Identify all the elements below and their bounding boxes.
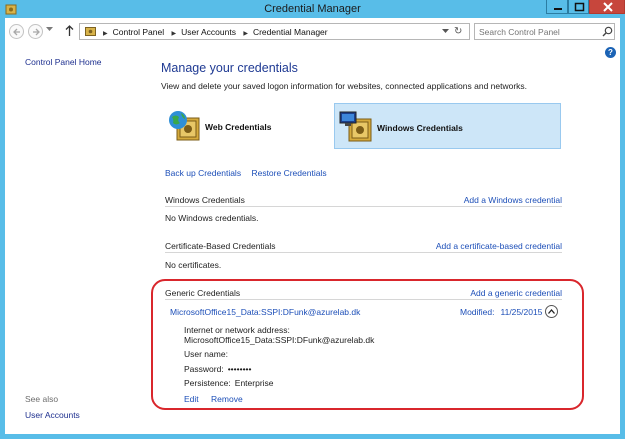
persistence-label: Persistence:	[184, 378, 231, 388]
edit-credential-link[interactable]: Edit	[184, 394, 199, 404]
window-title: Credential Manager	[264, 3, 361, 15]
password-value: ••••••••	[227, 364, 252, 374]
page-title: Manage your credentials	[161, 61, 298, 75]
add-certificate-credential-link[interactable]: Add a certificate-based credential	[436, 241, 562, 251]
modified-date: 11/25/2015	[500, 307, 543, 317]
back-button[interactable]	[9, 24, 24, 39]
generic-credentials-section-header: Generic Credentials Add a generic creden…	[165, 286, 562, 300]
web-credentials-tile[interactable]: Web Credentials	[163, 103, 333, 149]
maximize-button[interactable]	[568, 0, 589, 14]
persistence-value: Enterprise	[234, 378, 274, 388]
backup-credentials-link[interactable]: Back up Credentials	[165, 168, 241, 178]
search-input[interactable]	[479, 26, 597, 38]
web-credentials-label: Web Credentials	[205, 122, 272, 132]
credential-modified: Modified: 11/25/2015	[460, 307, 542, 317]
add-windows-credential-link[interactable]: Add a Windows credential	[464, 195, 562, 205]
certificate-credentials-section-title: Certificate-Based Credentials	[165, 241, 276, 251]
restore-credentials-link[interactable]: Restore Credentials	[251, 168, 326, 178]
breadcrumb-user-accounts[interactable]: User Accounts	[181, 27, 236, 37]
close-button[interactable]	[589, 0, 625, 14]
certificate-credentials-section-header: Certificate-Based Credentials Add a cert…	[165, 239, 562, 253]
persistence-row: Persistence: Enterprise	[184, 378, 274, 388]
backup-restore-links: Back up Credentials Restore Credentials	[165, 168, 327, 178]
control-panel-home-link[interactable]: Control Panel Home	[25, 57, 102, 67]
forward-button[interactable]	[28, 24, 43, 39]
credential-manager-window: Credential Manager ▶ Control Panel ▶ Use…	[0, 0, 625, 439]
user-accounts-link[interactable]: User Accounts	[25, 410, 80, 420]
breadcrumb-control-panel[interactable]: Control Panel	[113, 27, 165, 37]
control-panel-icon	[85, 27, 96, 36]
modified-label: Modified:	[460, 307, 495, 317]
generic-credential-row[interactable]: MicrosoftOffice15_Data:SSPI:DFunk@azurel…	[165, 305, 562, 320]
recent-locations-dropdown-icon[interactable]	[46, 27, 53, 32]
help-icon[interactable]: ?	[605, 47, 616, 58]
search-box[interactable]	[474, 23, 615, 40]
globe-vault-icon	[169, 111, 200, 141]
collapse-credential-button[interactable]	[545, 305, 558, 318]
see-also-label: See also	[25, 394, 59, 404]
maximize-icon	[574, 2, 585, 12]
password-label: Password:	[184, 364, 224, 374]
navigation-bar: ▶ Control Panel ▶ User Accounts ▶ Credentia…	[5, 18, 620, 46]
remove-credential-link[interactable]: Remove	[211, 394, 243, 404]
address-history-dropdown-icon[interactable]	[442, 29, 449, 34]
username-label: User name:	[184, 349, 228, 359]
page-description: View and delete your saved logon informa…	[161, 81, 528, 91]
windows-credentials-section-title: Windows Credentials	[165, 195, 245, 205]
content-area: ? Control Panel Home See also User Accou…	[5, 46, 620, 434]
breadcrumb-credential-manager[interactable]: Credential Manager	[253, 27, 328, 37]
refresh-icon[interactable]: ↻	[454, 26, 462, 37]
generic-credentials-section-title: Generic Credentials	[165, 288, 241, 298]
breadcrumb: ▶ Control Panel ▶ User Accounts ▶ Credentia…	[101, 27, 328, 37]
close-icon	[603, 2, 613, 12]
credential-name[interactable]: MicrosoftOffice15_Data:SSPI:DFunk@azurel…	[170, 307, 360, 317]
computer-vault-icon	[339, 111, 372, 142]
breadcrumb-separator-icon[interactable]: ▶	[172, 31, 177, 37]
minimize-icon	[554, 8, 562, 10]
network-address-label: Internet or network address:	[184, 325, 290, 335]
network-address-value: MicrosoftOffice15_Data:SSPI:DFunk@azurel…	[184, 335, 375, 345]
up-arrow-icon[interactable]	[65, 25, 74, 37]
windows-credentials-tile[interactable]: Windows Credentials	[334, 103, 561, 149]
minimize-button[interactable]	[546, 0, 568, 14]
certificates-empty-text: No certificates.	[165, 260, 222, 270]
add-generic-credential-link[interactable]: Add a generic credential	[470, 288, 562, 298]
breadcrumb-separator-icon: ▶	[103, 31, 108, 37]
title-bar[interactable]: Credential Manager	[0, 0, 625, 18]
forward-arrow-icon	[33, 28, 40, 36]
chevron-up-icon	[548, 309, 555, 314]
search-icon[interactable]	[602, 26, 613, 37]
windows-credentials-label: Windows Credentials	[377, 123, 463, 133]
back-arrow-icon	[13, 28, 20, 36]
windows-credentials-empty-text: No Windows credentials.	[165, 213, 259, 223]
address-bar[interactable]: ▶ Control Panel ▶ User Accounts ▶ Credentia…	[79, 23, 470, 40]
credential-actions: Edit Remove	[184, 394, 243, 404]
password-row: Password: ••••••••	[184, 364, 252, 374]
windows-credentials-section-header: Windows Credentials Add a Windows creden…	[165, 193, 562, 207]
breadcrumb-separator-icon[interactable]: ▶	[243, 31, 248, 37]
